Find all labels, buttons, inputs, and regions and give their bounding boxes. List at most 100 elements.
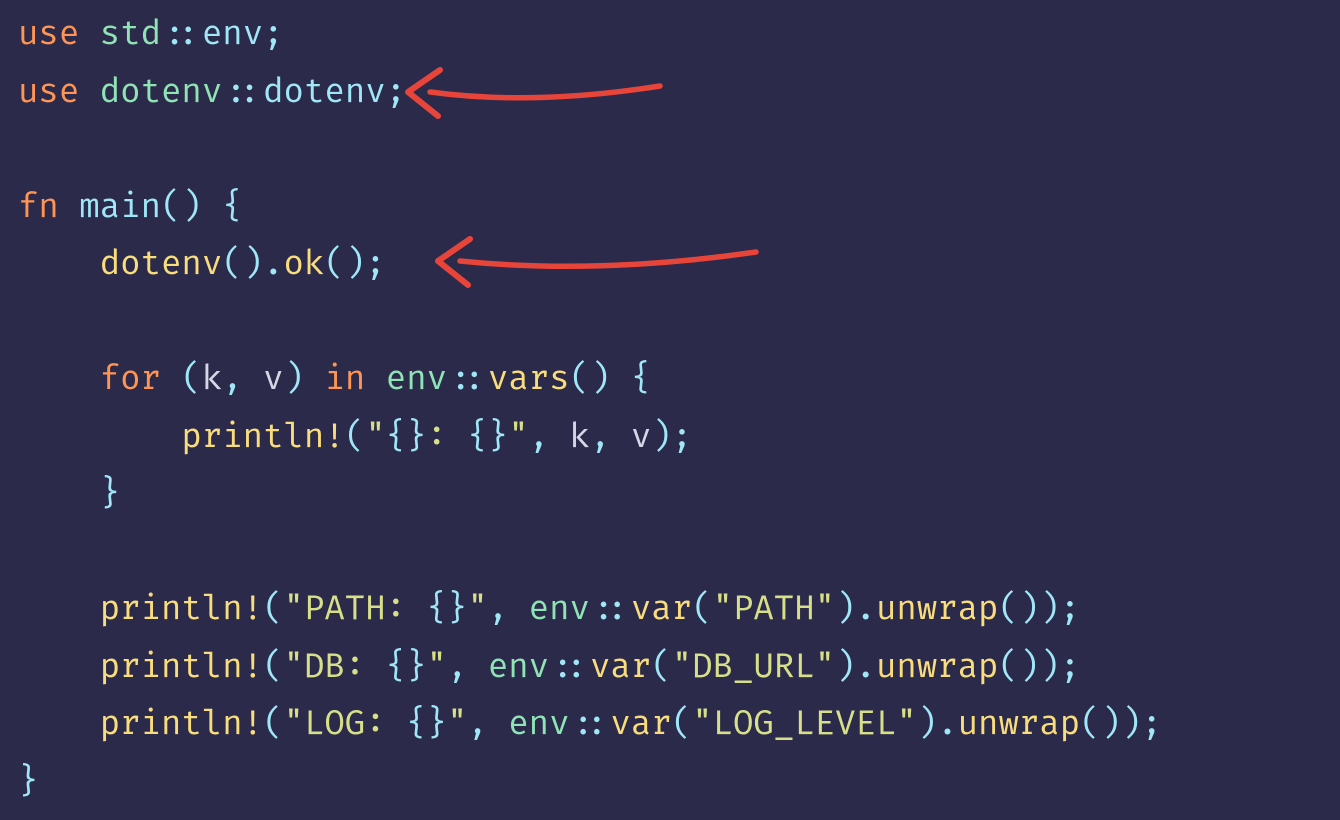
code-token: "PATH: xyxy=(284,589,427,630)
code-token: var xyxy=(610,704,671,745)
code-token xyxy=(202,187,222,228)
code-token xyxy=(549,417,569,458)
code-token: {} xyxy=(406,704,447,745)
code-token: " xyxy=(467,589,487,630)
code-token: ()); xyxy=(1080,704,1162,745)
code-token: println! xyxy=(100,647,263,688)
code-token: v xyxy=(263,359,283,400)
code-token xyxy=(59,187,79,228)
code-token xyxy=(161,359,181,400)
code-token: () xyxy=(570,359,611,400)
code-token: : xyxy=(427,417,468,458)
code-token: "LOG: xyxy=(284,704,407,745)
rust-code-block: use std::env; use dotenv::dotenv; fn mai… xyxy=(0,0,1340,811)
code-token: ( xyxy=(263,647,283,688)
code-token: "DB_URL" xyxy=(672,647,835,688)
code-token: , xyxy=(529,417,549,458)
code-token: dotenv xyxy=(263,72,386,113)
code-token: "LOG_LEVEL" xyxy=(692,704,917,745)
code-token: , xyxy=(447,647,467,688)
code-token: env xyxy=(508,704,569,745)
code-token: } xyxy=(100,474,120,515)
code-token: unwrap xyxy=(876,647,999,688)
code-token: ( xyxy=(263,704,283,745)
code-token: () xyxy=(161,187,202,228)
code-token: "DB: xyxy=(284,647,386,688)
code-token: println! xyxy=(181,417,344,458)
code-token: env xyxy=(488,647,549,688)
code-token: :: xyxy=(447,359,488,400)
code-token xyxy=(610,417,630,458)
code-token: dotenv xyxy=(100,244,223,285)
code-token: {} xyxy=(386,647,427,688)
code-token: ()); xyxy=(998,647,1080,688)
code-token: unwrap xyxy=(876,589,999,630)
code-token: "PATH" xyxy=(713,589,836,630)
code-token: use xyxy=(18,72,79,113)
code-token: ). xyxy=(835,647,876,688)
code-token: { xyxy=(631,359,651,400)
code-token xyxy=(18,647,100,688)
code-token xyxy=(79,14,99,55)
code-token: println! xyxy=(100,589,263,630)
code-token xyxy=(488,704,508,745)
code-token: (). xyxy=(222,244,283,285)
code-token: ( xyxy=(345,417,365,458)
code-token: ) xyxy=(284,359,304,400)
code-token: unwrap xyxy=(958,704,1081,745)
code-token: k xyxy=(202,359,222,400)
code-token: , xyxy=(488,589,508,630)
code-token: vars xyxy=(488,359,570,400)
code-token: env xyxy=(386,359,447,400)
code-token: , xyxy=(467,704,487,745)
code-token: main xyxy=(79,187,161,228)
code-token xyxy=(18,244,100,285)
code-token: ( xyxy=(651,647,671,688)
code-token: ok xyxy=(284,244,325,285)
code-token: in xyxy=(324,359,365,400)
code-token: v xyxy=(631,417,651,458)
code-token: " xyxy=(508,417,528,458)
code-token: , xyxy=(590,417,610,458)
code-token: :: xyxy=(549,647,590,688)
code-token: } xyxy=(18,762,38,803)
code-token: ; xyxy=(263,14,283,55)
code-token: use xyxy=(18,14,79,55)
code-token: var xyxy=(590,647,651,688)
code-token xyxy=(304,359,324,400)
code-token: :: xyxy=(570,704,611,745)
code-token xyxy=(467,647,487,688)
code-token: :: xyxy=(590,589,631,630)
code-token xyxy=(18,589,100,630)
code-token: :: xyxy=(161,14,202,55)
code-token: { xyxy=(222,187,242,228)
code-token: ( xyxy=(692,589,712,630)
code-token: dotenv xyxy=(100,72,223,113)
code-token xyxy=(18,474,100,515)
code-token xyxy=(243,359,263,400)
code-token: ( xyxy=(263,589,283,630)
code-token: (); xyxy=(324,244,385,285)
code-token: ( xyxy=(181,359,201,400)
code-token: std xyxy=(100,14,161,55)
code-token: {} xyxy=(427,589,468,630)
code-token xyxy=(18,704,100,745)
code-token: ()); xyxy=(998,589,1080,630)
code-token: " xyxy=(427,647,447,688)
code-token: fn xyxy=(18,187,59,228)
code-token xyxy=(365,359,385,400)
code-token: env xyxy=(202,14,263,55)
code-token: ; xyxy=(386,72,406,113)
code-token: k xyxy=(570,417,590,458)
code-token: {} xyxy=(467,417,508,458)
code-token: env xyxy=(529,589,590,630)
code-token xyxy=(18,359,100,400)
code-token: , xyxy=(222,359,242,400)
code-token: ( xyxy=(672,704,692,745)
code-token xyxy=(18,417,181,458)
code-token xyxy=(508,589,528,630)
code-token xyxy=(79,72,99,113)
code-token: " xyxy=(447,704,467,745)
code-token: :: xyxy=(222,72,263,113)
code-token: " xyxy=(365,417,385,458)
